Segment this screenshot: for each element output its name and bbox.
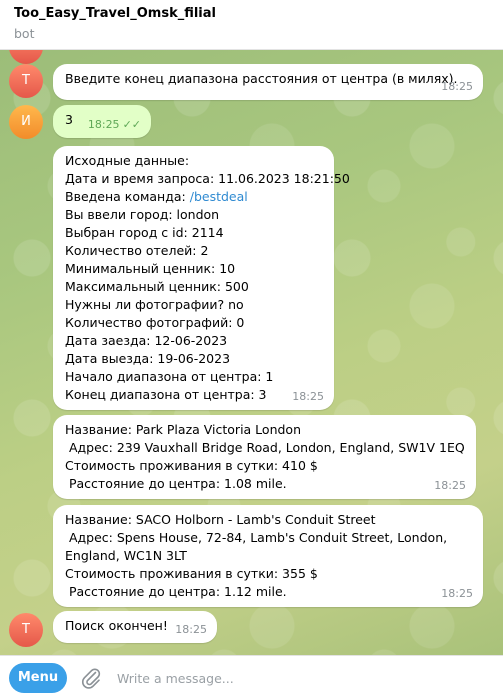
bot-avatar[interactable]: T: [9, 613, 43, 647]
paperclip-icon[interactable]: [79, 666, 103, 690]
user-avatar[interactable]: И: [9, 105, 43, 139]
menu-button[interactable]: Menu: [9, 663, 67, 693]
chat-header[interactable]: Too_Easy_Travel_Omsk_filial bot: [0, 0, 503, 50]
user-message[interactable]: 3 18:25 ✓✓: [53, 105, 151, 138]
message-line: Количество фотографий: 0: [65, 315, 245, 330]
message-line: Начало диапазона от центра: 1: [65, 369, 274, 384]
message-input[interactable]: [117, 668, 487, 688]
message-line: Исходные данные:: [65, 153, 190, 168]
message-time: 18:25: [441, 587, 473, 600]
bot-message[interactable]: Введите конец диапазона расстояния от це…: [53, 64, 483, 100]
message-line: Вы ввели город: london: [65, 207, 220, 222]
hotel-price: Стоимость проживания в сутки: 355 $: [65, 566, 318, 581]
bot-message[interactable]: Поиск окончен! 18:25: [53, 611, 217, 643]
avatar-letter: T: [22, 73, 30, 88]
hotel-address-cont: England, WC1N 3LT: [65, 548, 187, 563]
message-line: Конец диапазона от центра: 3: [65, 387, 267, 402]
command-link[interactable]: /bestdeal: [190, 189, 248, 204]
message-time: 18:25: [175, 623, 207, 636]
avatar-letter: T: [22, 50, 30, 54]
hotel-address: Адрес: Spens House, 72-84, Lamb's Condui…: [65, 530, 448, 545]
avatar-letter: T: [22, 622, 30, 637]
message-line: Выбран город с id: 2114: [65, 225, 224, 240]
hotel-price: Стоимость проживания в сутки: 410 $: [65, 458, 318, 473]
hotel-distance: Расстояние до центра: 1.08 mile.: [65, 476, 287, 491]
message-line: Дата и время запроса: 11.06.2023 18:21:5…: [65, 171, 350, 186]
message-line: Минимальный ценник: 10: [65, 261, 236, 276]
hotel-name: Название: Park Plaza Victoria London: [65, 422, 301, 437]
bot-message[interactable]: Название: SACO Holborn - Lamb's Conduit …: [53, 505, 483, 607]
message-line: Дата заезда: 12-06-2023: [65, 333, 228, 348]
bot-avatar[interactable]: T: [9, 50, 43, 64]
message-time: 18:25: [292, 390, 324, 403]
message-line: Дата выезда: 19-06-2023: [65, 351, 231, 366]
message-time: 18:25: [87, 118, 120, 131]
hotel-address: Адрес: 239 Vauxhall Bridge Road, London,…: [65, 440, 465, 455]
chat-history[interactable]: T T Введите конец диапазона расстояния о…: [0, 50, 503, 655]
bot-message[interactable]: Название: Park Plaza Victoria London Адр…: [53, 415, 476, 499]
hotel-name: Название: SACO Holborn - Lamb's Conduit …: [65, 512, 376, 527]
message-line: Введена команда:: [65, 189, 190, 204]
hotel-distance: Расстояние до центра: 1.12 mile.: [65, 584, 287, 599]
avatar-letter: И: [21, 114, 31, 129]
message-text: Введите конец диапазона расстояния от це…: [65, 71, 458, 86]
message-line: Количество отелей: 2: [65, 243, 209, 258]
message-time: 18:25: [441, 80, 473, 93]
message-line: Максимальный ценник: 500: [65, 279, 249, 294]
bot-avatar[interactable]: T: [9, 64, 43, 98]
bot-message[interactable]: Исходные данные: Дата и время запроса: 1…: [53, 146, 350, 410]
composer-bar: Menu: [0, 655, 503, 699]
double-check-icon: ✓✓: [122, 118, 141, 131]
chat-subtitle: bot: [14, 26, 35, 41]
message-time: 18:25: [434, 479, 466, 492]
message-line: Нужны ли фотографии? no: [65, 297, 244, 312]
chat-title: Too_Easy_Travel_Omsk_filial: [14, 6, 216, 21]
